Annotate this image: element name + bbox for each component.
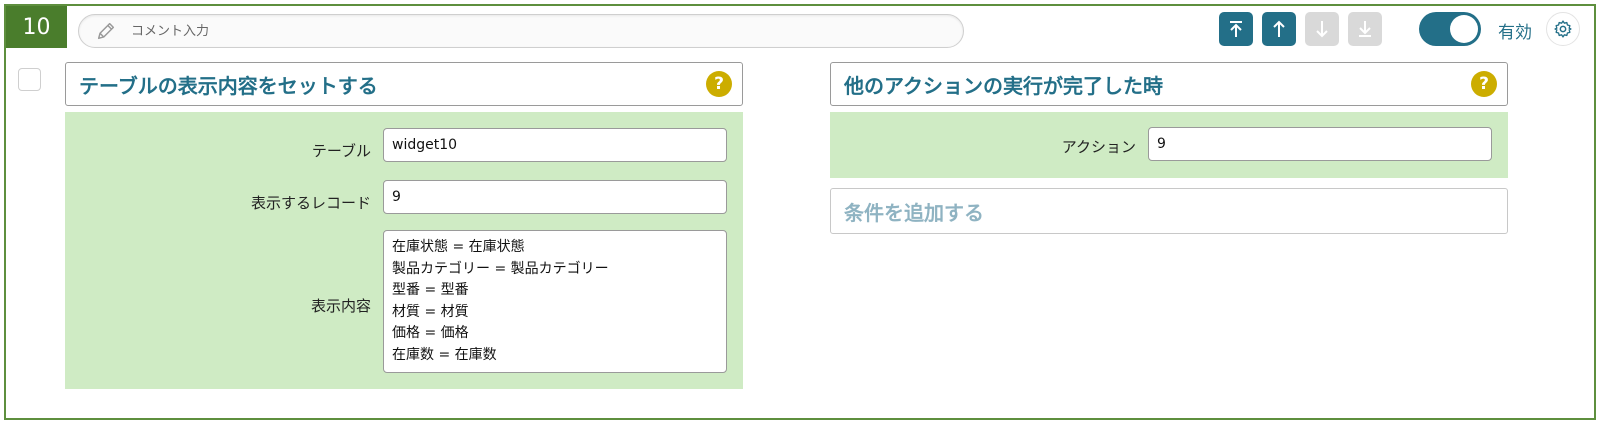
enabled-label: 有効 [1498,23,1532,43]
content-line: 在庫数 = 在庫数 [392,346,497,363]
move-top-button[interactable] [1219,12,1253,46]
comment-field[interactable] [78,14,964,48]
move-bottom-button[interactable] [1348,12,1382,46]
content-line: 型番 = 型番 [392,282,469,298]
action-header[interactable]: テーブルの表示内容をセットする ? [65,62,743,106]
content-label: 表示内容 [310,297,371,315]
content-line: 価格 = 価格 [392,325,469,341]
add-condition-button[interactable]: 条件を追加する [830,188,1508,234]
trigger-settings-panel: アクション 9 [830,112,1508,178]
action-help-icon[interactable]: ? [706,71,732,97]
content-line: 製品カテゴリー = 製品カテゴリー [392,260,609,277]
trigger-header[interactable]: 他のアクションの実行が完了した時 ? [830,62,1508,106]
pencil-icon [97,22,115,40]
add-condition-label: 条件を追加する [844,200,984,225]
action-step-card: 10 有効 [4,4,1596,420]
trigger-action-label: アクション [1061,138,1136,156]
select-step-checkbox[interactable] [18,68,41,91]
table-input[interactable]: widget10 [383,128,727,162]
move-down-button[interactable] [1305,12,1339,46]
content-line: 材質 = 材質 [392,303,469,320]
action-settings-panel: テーブル widget10 表示するレコード 9 表示内容 在庫状態 = 在庫状… [65,112,743,389]
arrow-down-icon [1316,21,1328,38]
action-title: テーブルの表示内容をセットする [79,73,378,98]
content-textarea[interactable]: 在庫状態 = 在庫状態 製品カテゴリー = 製品カテゴリー 型番 = 型番 材質… [383,230,727,373]
arrow-to-top-icon [1230,21,1242,37]
comment-input[interactable] [131,23,963,39]
step-number-badge: 10 [6,6,67,48]
toggle-knob [1450,15,1478,43]
record-label: 表示するレコード [250,194,371,212]
content-line: 在庫状態 = 在庫状態 [392,239,525,255]
trigger-action-input[interactable]: 9 [1148,127,1492,161]
trigger-help-icon[interactable]: ? [1471,71,1497,97]
table-label: テーブル [311,142,371,160]
trigger-title: 他のアクションの実行が完了した時 [844,73,1163,98]
gear-icon [1554,20,1572,38]
record-input[interactable]: 9 [383,180,727,214]
arrow-up-icon [1273,20,1285,37]
settings-button[interactable] [1546,12,1580,46]
enabled-toggle[interactable] [1419,12,1481,46]
arrow-to-bottom-icon [1359,21,1371,37]
move-up-button[interactable] [1262,12,1296,46]
